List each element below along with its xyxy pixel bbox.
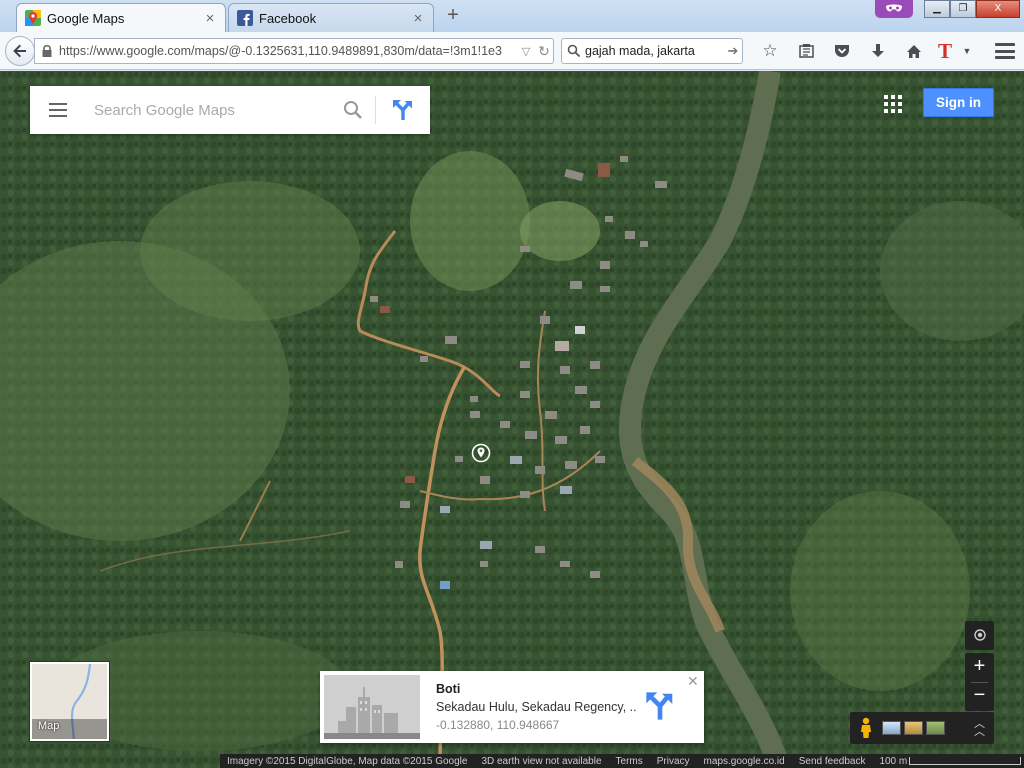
expand-layers-icon[interactable]: ︿ ︿ [974, 719, 985, 738]
map-canvas[interactable]: Sign in Map [0, 71, 1024, 768]
layers-strip: ︿ ︿ [850, 712, 994, 744]
place-address: Sekadau Hulu, Sekadau Regency, ... [436, 700, 636, 714]
close-tab-icon[interactable]: × [203, 10, 217, 27]
search-query: gajah mada, jakarta [585, 44, 695, 58]
window-controls: ▁ ❐ X [924, 0, 1020, 18]
new-tab-button[interactable]: + [442, 5, 464, 27]
directions-icon [393, 100, 412, 120]
place-name: Boti [436, 682, 461, 696]
reload-icon[interactable]: ↻ [535, 43, 553, 60]
url-text: https://www.google.com/maps/@-0.1325631,… [59, 44, 502, 58]
dropdown-arrow-icon[interactable]: ▽ [517, 45, 535, 58]
restore-button[interactable]: ❐ [950, 0, 976, 18]
close-card-icon[interactable]: ✕ [687, 673, 699, 690]
scale-label[interactable]: 100 m [872, 756, 907, 767]
my-location-icon [973, 629, 986, 641]
pegman-icon[interactable] [850, 717, 882, 739]
photo-layer-thumb[interactable] [904, 721, 923, 735]
back-button[interactable] [5, 36, 35, 66]
bookmark-star-icon[interactable]: ☆ [752, 38, 788, 64]
terms-link[interactable]: Terms [609, 756, 650, 767]
zoom-in-button[interactable]: + [965, 653, 994, 682]
zoom-out-button[interactable]: − [965, 682, 994, 711]
google-maps-favicon [25, 10, 41, 26]
zoom-controls: + − [965, 653, 994, 711]
maps-search-box [30, 86, 430, 134]
download-icon[interactable] [860, 38, 896, 64]
tab-facebook[interactable]: Facebook × [228, 3, 434, 32]
imagery-attribution: Imagery ©2015 DigitalGlobe, Map data ©20… [227, 755, 468, 767]
apps-grid-icon[interactable] [884, 95, 902, 113]
back-arrow-icon [13, 44, 26, 58]
domain-link[interactable]: maps.google.co.id [697, 756, 792, 767]
search-icon [344, 101, 362, 119]
maps-menu-icon[interactable] [30, 86, 86, 134]
place-photo-placeholder [324, 675, 420, 739]
browser-search-bar[interactable]: gajah mada, jakarta ➔ [561, 38, 743, 64]
location-pin-icon[interactable] [471, 443, 491, 463]
privacy-link[interactable]: Privacy [650, 756, 697, 767]
map-footer: Imagery ©2015 DigitalGlobe, Map data ©20… [220, 754, 1024, 768]
search-icon [567, 44, 581, 58]
satellite-imagery [0, 71, 1024, 768]
reading-list-icon[interactable] [788, 38, 824, 64]
dropdown-caret-icon[interactable]: ▼ [958, 38, 976, 64]
close-window-button[interactable]: X [976, 0, 1020, 18]
send-feedback-link[interactable]: Send feedback [792, 756, 873, 767]
lock-icon [42, 44, 52, 57]
earth-layer-thumb[interactable] [882, 721, 901, 735]
translate-t-icon[interactable]: T [932, 38, 958, 64]
minimize-button[interactable]: ▁ [924, 0, 950, 18]
maps-search-input[interactable] [86, 95, 331, 125]
tab-label: Google Maps [47, 10, 125, 26]
my-location-button[interactable] [965, 621, 994, 650]
terrain-layer-thumb[interactable] [926, 721, 945, 735]
scale-bar [909, 757, 1022, 765]
pocket-icon[interactable] [824, 38, 860, 64]
home-icon[interactable] [896, 38, 932, 64]
map-view-toggle[interactable]: Map [30, 662, 109, 741]
directions-button[interactable] [376, 99, 430, 121]
place-info-card[interactable]: Boti Sekadau Hulu, Sekadau Regency, ... … [320, 671, 704, 743]
sign-in-button[interactable]: Sign in [923, 88, 994, 117]
browser-titlebar: Google Maps × Facebook × + ▁ ❐ X [0, 0, 1024, 32]
directions-icon[interactable] [645, 691, 675, 721]
toolbar-icons: ☆ T ▼ [752, 38, 976, 64]
address-bar[interactable]: https://www.google.com/maps/@-0.1325631,… [34, 38, 554, 64]
earth-view-notice: 3D earth view not available [481, 755, 602, 767]
tab-google-maps[interactable]: Google Maps × [16, 3, 226, 32]
tab-label: Facebook [259, 10, 317, 26]
maps-search-button[interactable] [331, 100, 375, 120]
browser-navbar: https://www.google.com/maps/@-0.1325631,… [0, 32, 1024, 70]
minimap-label: Map [38, 720, 60, 732]
facebook-favicon [237, 10, 253, 26]
place-coordinates: -0.132880, 110.948667 [436, 718, 560, 732]
private-mask-icon[interactable] [875, 0, 913, 18]
search-go-icon[interactable]: ➔ [724, 43, 742, 59]
browser-menu-button[interactable] [994, 41, 1016, 61]
close-tab-icon[interactable]: × [411, 10, 425, 27]
zoom-divider [971, 682, 988, 683]
